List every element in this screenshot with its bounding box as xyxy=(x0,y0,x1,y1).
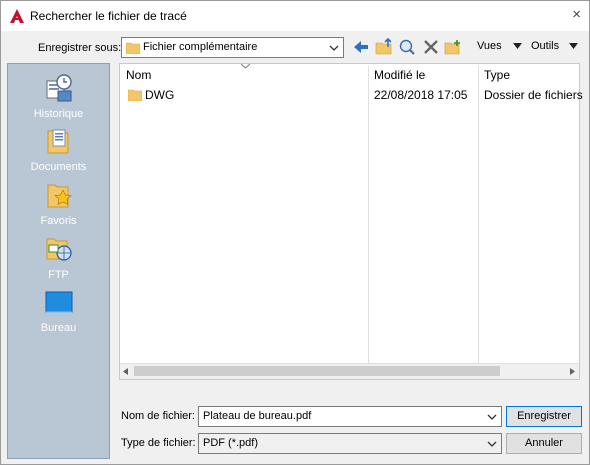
folder-icon xyxy=(126,42,140,54)
horizontal-scrollbar[interactable] xyxy=(120,363,579,379)
up-folder-icon[interactable] xyxy=(375,38,393,56)
scroll-right-icon[interactable] xyxy=(570,368,575,375)
close-icon[interactable]: × xyxy=(572,7,581,22)
row-name: DWG xyxy=(145,88,175,102)
save-in-label: Enregistrer sous: xyxy=(38,42,122,54)
places-bar: Historique Documents Favoris FTP Bureau xyxy=(7,63,110,459)
history-icon xyxy=(46,74,72,102)
cancel-button[interactable]: Annuler xyxy=(506,433,582,454)
filename-input[interactable]: Plateau de bureau.pdf xyxy=(198,406,502,427)
views-menu[interactable]: Vues xyxy=(477,40,502,52)
location-dropdown[interactable]: Fichier complémentaire xyxy=(121,37,344,58)
column-header-modified[interactable]: Modifié le xyxy=(374,68,425,82)
chevron-down-icon xyxy=(487,441,497,447)
filetype-dropdown[interactable]: PDF (*.pdf) xyxy=(198,433,502,454)
folder-icon xyxy=(128,89,142,101)
autocad-logo-icon xyxy=(10,9,24,23)
place-label: Documents xyxy=(30,161,87,173)
save-button[interactable]: Enregistrer xyxy=(506,406,582,427)
location-value: Fichier complémentaire xyxy=(143,41,258,53)
filetype-value: PDF (*.pdf) xyxy=(203,437,259,449)
filename-label: Nom de fichier: xyxy=(121,410,195,422)
place-label: Historique xyxy=(33,108,84,120)
ftp-icon xyxy=(46,238,72,261)
title-bar: Rechercher le fichier de tracé × xyxy=(1,1,589,31)
place-label: FTP xyxy=(48,269,69,281)
tools-dropdown-icon[interactable] xyxy=(569,43,578,49)
column-divider xyxy=(368,66,369,364)
column-divider xyxy=(478,66,479,364)
place-desktop[interactable]: Bureau xyxy=(8,290,109,334)
place-label: Favoris xyxy=(40,215,77,227)
place-favorites[interactable]: Favoris xyxy=(8,181,109,227)
sort-indicator-icon xyxy=(241,64,250,69)
scrollbar-thumb[interactable] xyxy=(134,366,500,376)
new-folder-icon[interactable] xyxy=(444,38,462,56)
save-dialog: Rechercher le fichier de tracé × Enregis… xyxy=(0,0,590,465)
column-header-type[interactable]: Type xyxy=(484,68,510,82)
chevron-down-icon xyxy=(329,45,339,51)
column-header-name[interactable]: Nom xyxy=(126,68,151,82)
place-history[interactable]: Historique xyxy=(8,72,109,120)
row-type: Dossier de fichiers xyxy=(484,88,583,102)
favorites-icon xyxy=(47,184,72,208)
place-documents[interactable]: Documents xyxy=(8,127,109,173)
place-ftp[interactable]: FTP xyxy=(8,235,109,281)
desktop-icon xyxy=(45,291,72,313)
filetype-label: Type de fichier: xyxy=(121,437,196,449)
file-list[interactable]: Nom Modifié le Type DWG 22/08/2018 17:05… xyxy=(119,63,583,380)
views-dropdown-icon[interactable] xyxy=(513,43,522,49)
row-modified: 22/08/2018 17:05 xyxy=(374,88,468,102)
back-arrow-icon[interactable] xyxy=(352,38,370,56)
window-title: Rechercher le fichier de tracé xyxy=(30,9,187,23)
filename-value: Plateau de bureau.pdf xyxy=(203,410,312,422)
chevron-down-icon[interactable] xyxy=(486,410,498,424)
tools-menu[interactable]: Outils xyxy=(531,40,559,52)
documents-icon xyxy=(47,129,68,154)
place-label: Bureau xyxy=(40,322,77,334)
delete-icon[interactable] xyxy=(422,38,440,56)
scroll-left-icon[interactable] xyxy=(123,368,128,375)
search-web-icon[interactable] xyxy=(398,38,416,56)
